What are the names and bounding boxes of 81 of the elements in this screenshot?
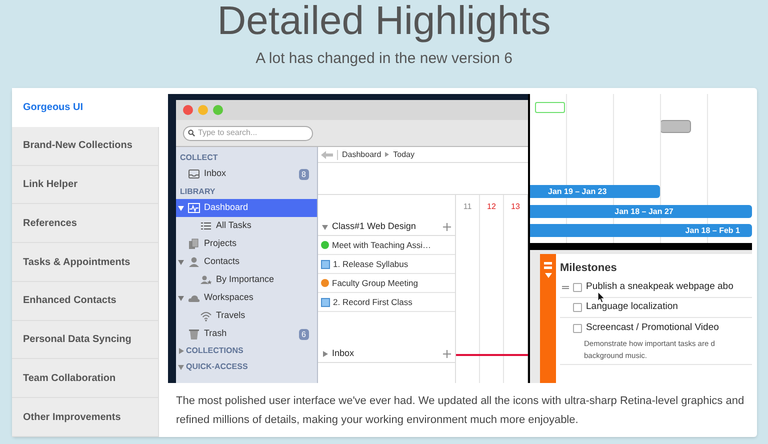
task-item[interactable]: 1. Release Syllabus <box>333 258 408 270</box>
expanded-triangle-icon[interactable] <box>178 295 184 301</box>
wifi-icon <box>200 310 212 322</box>
person-icon <box>188 256 200 268</box>
group-header[interactable]: Class#1 Web Design <box>332 220 439 234</box>
tab[interactable]: Gorgeous UI <box>12 88 159 127</box>
search-field[interactable]: Type to search... <box>183 126 313 140</box>
expanded-triangle-icon[interactable] <box>178 259 184 265</box>
tab[interactable]: Team Collaboration <box>12 359 159 398</box>
checkbox[interactable] <box>573 283 582 292</box>
page-title: Detailed Highlights <box>217 0 551 44</box>
inbox-tray-icon <box>188 168 200 180</box>
description-text: The most polished user interface we've ever had. We updated all the icons with ultra-sharp Retina-level graphics and refined millions of details, making your working environment much more enjoyable. <box>175 394 746 428</box>
collapsed-triangle-icon[interactable] <box>178 348 184 354</box>
expanded-triangle-icon[interactable] <box>178 205 184 211</box>
timeline-bar: Jan 18 – Feb 1 <box>530 224 752 237</box>
collapsed-triangle-icon[interactable] <box>322 350 328 356</box>
search-input[interactable]: Type to search... <box>198 127 308 139</box>
add-icon[interactable] <box>443 222 451 230</box>
dashboard-chart-icon <box>188 202 200 214</box>
sidebar-item[interactable]: Trash 6 <box>176 325 317 343</box>
tab[interactable]: Personal Data Syncing <box>12 320 159 360</box>
breadcrumb-item[interactable]: Dashboard <box>342 148 382 160</box>
task-item[interactable]: 2. Record First Class <box>333 296 412 308</box>
sidebar-section-header: COLLECT <box>179 152 219 164</box>
sidebar-item[interactable]: Workspaces <box>176 289 317 307</box>
documents-icon <box>188 238 200 250</box>
sidebar-item[interactable]: All Tasks <box>176 217 317 235</box>
task-square-icon <box>321 260 330 268</box>
back-arrow-icon[interactable] <box>321 150 333 158</box>
menu-icon[interactable] <box>544 262 552 269</box>
tab[interactable]: Brand-New Collections <box>12 126 159 166</box>
panel-title: Milestones <box>560 261 618 276</box>
day-number: 13 <box>510 200 521 212</box>
tab[interactable]: Enhanced Contacts <box>12 282 159 321</box>
drag-handle-icon[interactable] <box>562 286 569 289</box>
sidebar-section-header[interactable]: COLLECTIONS <box>186 345 244 357</box>
checkbox[interactable] <box>573 324 582 332</box>
tab[interactable]: Link Helper <box>12 166 159 204</box>
selected-sidebar-item[interactable]: Dashboard <box>176 199 317 217</box>
page-subtitle: A lot has changed in the new version 6 <box>256 49 512 69</box>
sidebar-item[interactable]: Inbox 8 <box>176 165 317 183</box>
tab[interactable]: Other Improvements <box>12 398 159 438</box>
breadcrumb-separator-icon <box>385 152 390 157</box>
sidebar-item[interactable]: Travels <box>176 307 317 325</box>
dropdown-triangle-icon[interactable] <box>544 273 552 278</box>
person-star-icon <box>200 274 212 286</box>
list-icon <box>200 220 212 232</box>
event-outline <box>535 102 565 113</box>
day-number: 11 <box>462 200 473 212</box>
zoom-button[interactable] <box>213 105 223 115</box>
close-button[interactable] <box>183 105 193 115</box>
task-item[interactable]: Faculty Group Meeting <box>332 276 418 290</box>
tab[interactable]: Tasks & Appointments <box>12 243 159 282</box>
task-square-icon <box>321 298 330 306</box>
count-badge: 8 <box>298 168 309 180</box>
breadcrumb-item[interactable]: Today <box>393 148 414 160</box>
sidebar-item[interactable]: Projects <box>176 235 317 253</box>
add-icon[interactable] <box>443 350 451 358</box>
sidebar-section-header: LIBRARY <box>179 186 216 198</box>
count-badge: 6 <box>298 328 309 340</box>
sidebar-section-header[interactable]: QUICK-ACCESS <box>186 361 248 373</box>
day-number: 12 <box>486 200 497 212</box>
event-block <box>660 120 691 133</box>
task-item[interactable]: Meet with Teaching Assi… <box>332 238 432 252</box>
search-icon <box>188 129 195 137</box>
timeline-bar: Jan 18 – Jan 27 <box>530 205 752 218</box>
expanded-triangle-icon[interactable] <box>178 364 184 370</box>
milestone-item[interactable]: Language localization <box>586 300 678 315</box>
expanded-triangle-icon[interactable] <box>322 224 328 230</box>
milestone-item[interactable]: Screencast / Promotional Video <box>586 320 719 336</box>
sidebar-item[interactable]: By Importance <box>176 271 317 289</box>
sidebar-item[interactable]: Contacts <box>176 253 317 271</box>
tab[interactable]: References <box>12 204 159 244</box>
trash-icon <box>188 328 200 340</box>
timeline-bar: Jan 19 – Jan 23 <box>530 185 660 198</box>
mouse-cursor-icon <box>598 292 605 303</box>
today-line <box>456 354 528 356</box>
group-header[interactable]: Inbox <box>332 346 439 360</box>
checkbox[interactable] <box>573 303 582 312</box>
milestone-item[interactable]: Publish a sneakpeak webpage abo <box>586 280 734 295</box>
